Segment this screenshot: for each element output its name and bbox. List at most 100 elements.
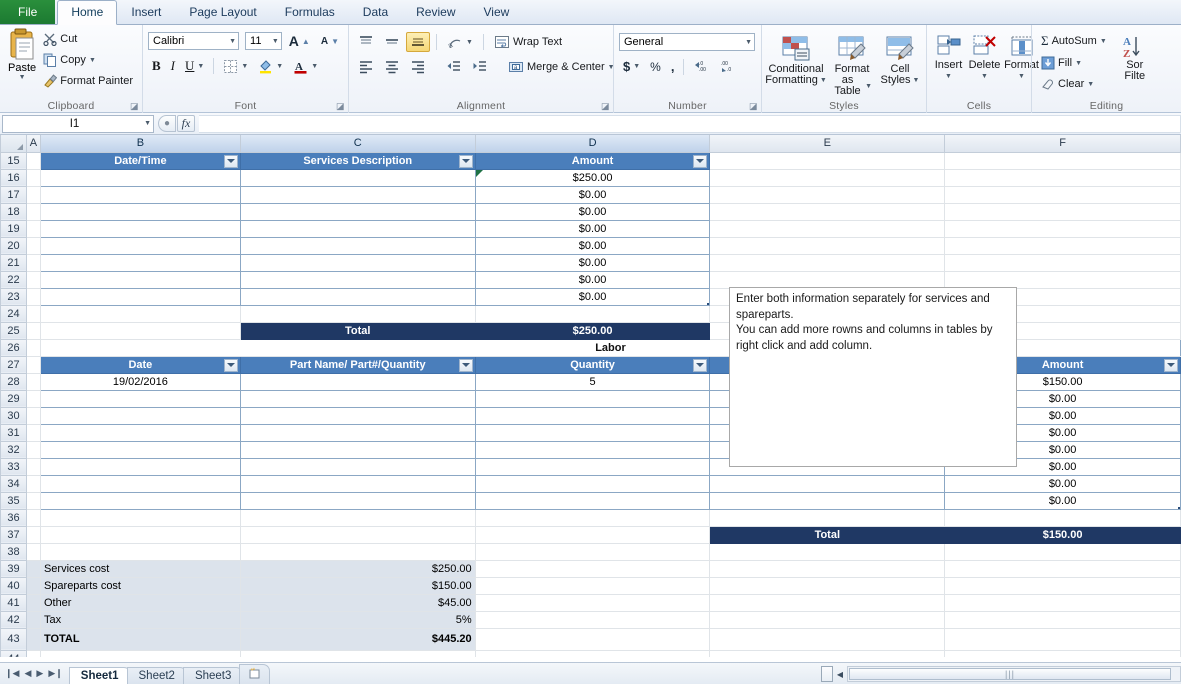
labor-date-29[interactable] (40, 390, 240, 407)
cell-d38[interactable] (475, 543, 710, 560)
labor-total-label[interactable]: Total (710, 526, 945, 543)
borders-chevron-down-icon[interactable]: ▼ (241, 63, 248, 70)
row-header-28[interactable]: 28 (1, 373, 27, 390)
row-header-40[interactable]: 40 (1, 577, 27, 594)
last-sheet-icon[interactable]: ▶❙ (48, 668, 62, 679)
labor-date-30[interactable] (40, 407, 240, 424)
sort-and-filter-button[interactable]: A Z Sor Filte (1115, 31, 1155, 93)
format-as-table-button[interactable]: Format as Table ▼ (829, 31, 875, 100)
filter-dropdown-icon[interactable] (1164, 359, 1178, 372)
cell-d36[interactable] (475, 509, 710, 526)
cell-a40[interactable] (26, 577, 40, 594)
scrollbar-track[interactable]: ||| (847, 666, 1181, 682)
percent-style-button[interactable]: % (646, 58, 665, 76)
labor-quantity-29[interactable] (475, 390, 710, 407)
delete-cells-button[interactable]: Delete ▼ (967, 31, 1002, 85)
cell-f21[interactable] (945, 254, 1181, 271)
cell-a38[interactable] (26, 543, 40, 560)
align-bottom-button[interactable] (406, 32, 430, 52)
row-header-30[interactable]: 30 (1, 407, 27, 424)
labor-part-35[interactable] (240, 492, 475, 509)
cell-f17[interactable] (945, 186, 1181, 203)
filter-dropdown-icon[interactable] (224, 359, 238, 372)
cell-f41[interactable] (945, 594, 1181, 611)
cell-f19[interactable] (945, 220, 1181, 237)
row-header-33[interactable]: 33 (1, 458, 27, 475)
cell-f36[interactable] (945, 509, 1181, 526)
worksheet-grid[interactable]: A B C D E F 15 Date/Time Services Descri… (0, 135, 1181, 657)
align-top-button[interactable] (354, 32, 378, 52)
cell-c36[interactable] (240, 509, 475, 526)
column-header-a[interactable]: A (26, 135, 40, 152)
cell-a15[interactable] (26, 152, 40, 169)
cell-e36[interactable] (710, 509, 945, 526)
labor-rate-34[interactable] (710, 475, 945, 492)
services-amount-18[interactable]: $0.00 (475, 203, 710, 220)
services-date-19[interactable] (40, 220, 240, 237)
number-dialog-launcher-icon[interactable]: ◪ (749, 102, 758, 111)
cell-b25[interactable] (40, 322, 240, 339)
row-header-31[interactable]: 31 (1, 424, 27, 441)
conditional-formatting-chevron-down-icon[interactable]: ▼ (820, 75, 827, 86)
summary-total-label[interactable]: TOTAL (40, 628, 240, 650)
summary-total-value[interactable]: $445.20 (240, 628, 475, 650)
row-header-15[interactable]: 15 (1, 152, 27, 169)
cell-d43[interactable] (475, 628, 710, 650)
labor-header-part[interactable]: Part Name/ Part#/Quantity (240, 356, 475, 373)
table-resize-handle[interactable] (706, 302, 710, 306)
cell-styles-chevron-down-icon[interactable]: ▼ (913, 75, 920, 86)
previous-sheet-icon[interactable]: ◀ (24, 668, 31, 679)
labor-amount-34[interactable]: $0.00 (945, 475, 1181, 492)
services-description-22[interactable] (240, 271, 475, 288)
cell-e42[interactable] (710, 611, 945, 628)
labor-part-33[interactable] (240, 458, 475, 475)
wrap-text-button[interactable]: Wrap Text (490, 32, 566, 52)
column-header-c[interactable]: C (240, 135, 475, 152)
orientation-chevron-down-icon[interactable]: ▼ (466, 39, 473, 46)
cell-f42[interactable] (945, 611, 1181, 628)
filter-dropdown-icon[interactable] (224, 155, 238, 168)
labor-date-31[interactable] (40, 424, 240, 441)
format-chevron-down-icon[interactable]: ▼ (1018, 71, 1025, 82)
increase-decimal-button[interactable]: .0 .00 (689, 57, 714, 76)
copy-button[interactable]: Copy ▼ (39, 51, 137, 69)
font-dialog-launcher-icon[interactable]: ◪ (336, 102, 345, 111)
row-header-32[interactable]: 32 (1, 441, 27, 458)
cell-a21[interactable] (26, 254, 40, 271)
cell-c44[interactable] (240, 650, 475, 657)
cell-f16[interactable] (945, 169, 1181, 186)
labor-quantity-28[interactable]: 5 (475, 373, 710, 390)
cell-d39[interactable] (475, 560, 710, 577)
services-amount-23[interactable]: $0.00 (475, 288, 710, 305)
summary-label-spareparts-cost[interactable]: Spareparts cost (40, 577, 240, 594)
align-middle-button[interactable] (380, 32, 404, 52)
clear-button[interactable]: Clear ▼ (1037, 75, 1111, 93)
cell-a19[interactable] (26, 220, 40, 237)
conditional-formatting-button[interactable]: Conditional Formatting ▼ (767, 31, 825, 89)
cell-e44[interactable] (710, 650, 945, 657)
tab-review[interactable]: Review (402, 0, 469, 24)
labor-amount-35[interactable]: $0.00 (945, 492, 1181, 509)
cut-button[interactable]: Cut (39, 30, 137, 48)
cell-f38[interactable] (945, 543, 1181, 560)
insert-function-button[interactable]: fx (177, 115, 195, 132)
column-header-f[interactable]: F (945, 135, 1181, 152)
scroll-left-icon[interactable]: ◀ (833, 666, 847, 682)
horizontal-scrollbar[interactable]: ◀ ||| (821, 665, 1181, 683)
tab-view[interactable]: View (470, 0, 524, 24)
cell-a36[interactable] (26, 509, 40, 526)
copy-chevron-down-icon[interactable]: ▼ (89, 57, 96, 64)
cell-a33[interactable] (26, 458, 40, 475)
services-amount-16[interactable]: $250.00 (475, 169, 710, 186)
services-header-description[interactable]: Services Description (240, 152, 475, 169)
tab-file[interactable]: File (0, 0, 55, 24)
cell-f40[interactable] (945, 577, 1181, 594)
summary-label-tax[interactable]: Tax (40, 611, 240, 628)
services-amount-22[interactable]: $0.00 (475, 271, 710, 288)
cell-b36[interactable] (40, 509, 240, 526)
labor-date-33[interactable] (40, 458, 240, 475)
font-color-button[interactable]: A ▼ (289, 57, 322, 76)
services-amount-20[interactable]: $0.00 (475, 237, 710, 254)
cell-a22[interactable] (26, 271, 40, 288)
tab-home[interactable]: Home (57, 0, 117, 25)
